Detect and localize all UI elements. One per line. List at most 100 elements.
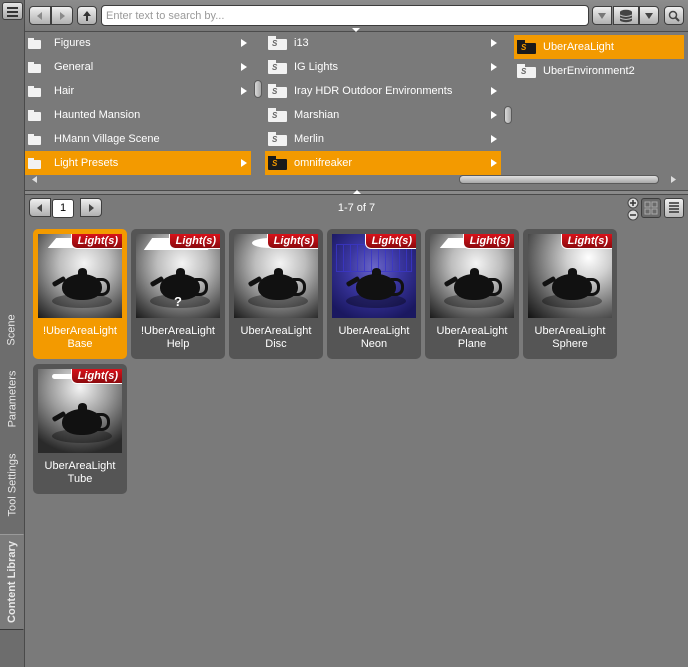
scroll-thumb[interactable] xyxy=(459,175,659,184)
database-dropdown[interactable] xyxy=(639,6,659,25)
help-mark: ? xyxy=(174,294,182,309)
asset-tile[interactable]: Light(s) UberAreaLight Sphere xyxy=(523,229,617,359)
folder-item[interactable]: S UberEnvironment2 xyxy=(514,59,684,83)
folder-item-selected[interactable]: S UberAreaLight xyxy=(514,35,684,59)
light-badge: Light(s) xyxy=(364,234,416,249)
folder-item-selected[interactable]: Light Presets xyxy=(25,151,251,175)
folder-column-3: S UberAreaLight S UberEnvironment2 xyxy=(514,32,684,174)
folder-item[interactable]: S Merlin xyxy=(265,127,501,151)
tile-label-line2: Tube xyxy=(67,473,93,485)
tile-label: UberAreaLight Plane xyxy=(425,325,519,351)
content-area: 1 1-7 of 7 Light(s) !UberAreaLightBase xyxy=(25,195,688,667)
folder-icon xyxy=(28,61,42,73)
up-arrow-icon[interactable] xyxy=(77,6,97,25)
folder-icon xyxy=(28,133,42,145)
tab-scene-label: Scene xyxy=(6,314,19,346)
content-library-pane: Scene Parameters Tool Settings Content L… xyxy=(0,0,688,667)
light-badge: Light(s) xyxy=(560,234,612,249)
tile-label: UberAreaLight Tube xyxy=(33,460,127,486)
folder-label: IG Lights xyxy=(294,61,339,73)
asset-thumbnail: Light(s) xyxy=(430,234,514,318)
toolbar xyxy=(25,0,688,32)
tab-tool-settings[interactable]: Tool Settings xyxy=(0,440,24,530)
chevron-right-icon xyxy=(491,87,497,95)
grid-view-icon[interactable] xyxy=(641,198,661,218)
search-input[interactable] xyxy=(101,5,589,26)
teapot-icon xyxy=(356,274,404,300)
asset-tile[interactable]: Light(s) UberAreaLight Tube xyxy=(33,364,127,494)
folder-label: i13 xyxy=(294,37,309,49)
folder-item[interactable]: S IG Lights xyxy=(265,55,501,79)
asset-tile-selected[interactable]: Light(s) !UberAreaLight Base xyxy=(33,229,127,359)
folder-item[interactable]: S Marshian xyxy=(265,103,501,127)
side-tab-strip: Scene Parameters Tool Settings Content L… xyxy=(0,0,25,667)
folder-icon xyxy=(28,37,42,49)
folder-label: Marshian xyxy=(294,109,340,121)
asset-thumbnail: Light(s) xyxy=(38,234,122,318)
folder-label: Merlin xyxy=(294,133,324,145)
search-history-dropdown[interactable] xyxy=(592,6,612,25)
folder-icon xyxy=(28,157,42,169)
menu-icon[interactable] xyxy=(2,2,23,20)
back-arrow-icon[interactable] xyxy=(29,6,51,25)
tab-content-library-label: Content Library xyxy=(5,541,18,623)
tab-scene[interactable]: Scene xyxy=(0,300,24,360)
tile-label: UberAreaLight Disc xyxy=(229,325,323,351)
tab-parameters[interactable]: Parameters xyxy=(0,362,24,436)
chevron-right-icon xyxy=(241,87,247,95)
forward-arrow-icon[interactable] xyxy=(51,6,73,25)
teapot-icon xyxy=(62,274,110,300)
chevron-right-icon xyxy=(241,159,247,167)
folder-item-selected[interactable]: Somnifreaker xyxy=(265,151,501,175)
folder-browser: Figures General Hair Haunted Mansion HMa… xyxy=(25,32,688,190)
folder-label: General xyxy=(54,61,94,73)
folder-icon xyxy=(28,85,42,97)
folder-icon xyxy=(28,109,42,121)
column-2-scrollbar[interactable] xyxy=(504,34,512,174)
help-tile-badge-holder: Light(s) xyxy=(136,234,220,254)
folder-item[interactable]: S Iray HDR Outdoor Environments xyxy=(265,79,501,103)
pager-bar: 1 1-7 of 7 xyxy=(25,195,688,223)
folder-label: Light Presets xyxy=(54,157,119,169)
asset-tile[interactable]: Light(s) UberAreaLight Plane xyxy=(425,229,519,359)
folder-item[interactable]: General xyxy=(25,55,251,79)
folder-item[interactable]: Hair xyxy=(25,79,251,103)
tile-label-line2: Sphere xyxy=(552,338,588,350)
folder-item[interactable]: Figures xyxy=(25,31,251,55)
browser-horizontal-scrollbar[interactable] xyxy=(31,175,677,184)
folder-item[interactable]: Haunted Mansion xyxy=(25,103,251,127)
folder-item[interactable]: HMann Village Scene xyxy=(25,127,251,151)
folder-label: UberEnvironment2 xyxy=(543,65,635,77)
scroll-thumb[interactable] xyxy=(254,80,262,98)
scroll-thumb[interactable] xyxy=(504,106,512,124)
tab-content-library[interactable]: Content Library xyxy=(0,534,24,630)
product-folder-icon: S xyxy=(517,64,537,78)
column-1-scrollbar[interactable] xyxy=(254,34,262,174)
tile-label-line2: Plane xyxy=(457,338,487,350)
asset-tile[interactable]: Light(s) UberAreaLight Neon xyxy=(327,229,421,359)
asset-thumbnail: Light(s) xyxy=(38,369,122,453)
tab-parameters-label: Parameters xyxy=(6,370,19,428)
chevron-right-icon xyxy=(491,159,497,167)
chevron-right-icon xyxy=(491,63,497,71)
folder-item[interactable]: Si13 xyxy=(265,31,501,55)
teapot-icon xyxy=(552,274,600,300)
product-folder-icon: S xyxy=(268,156,288,170)
magnifier-icon[interactable] xyxy=(664,6,684,25)
light-badge: Light(s) xyxy=(266,234,318,249)
product-folder-icon: S xyxy=(517,40,537,54)
light-badge: Light(s) xyxy=(70,369,122,384)
product-folder-icon: S xyxy=(268,132,288,146)
collapse-grip-icon[interactable] xyxy=(353,190,361,194)
folder-label: UberAreaLight xyxy=(543,41,614,53)
database-icon[interactable] xyxy=(613,6,639,25)
tile-label-line1: UberAreaLight xyxy=(240,325,312,337)
tile-label: UberAreaLight Sphere xyxy=(523,325,617,351)
list-view-icon[interactable] xyxy=(664,198,684,218)
chevron-right-icon xyxy=(241,39,247,47)
folder-label: Haunted Mansion xyxy=(54,109,141,121)
teapot-icon xyxy=(454,274,502,300)
zoom-icon[interactable] xyxy=(627,197,639,221)
folder-label: omnifreaker xyxy=(294,157,353,169)
asset-tile[interactable]: Light(s) UberAreaLight Disc xyxy=(229,229,323,359)
